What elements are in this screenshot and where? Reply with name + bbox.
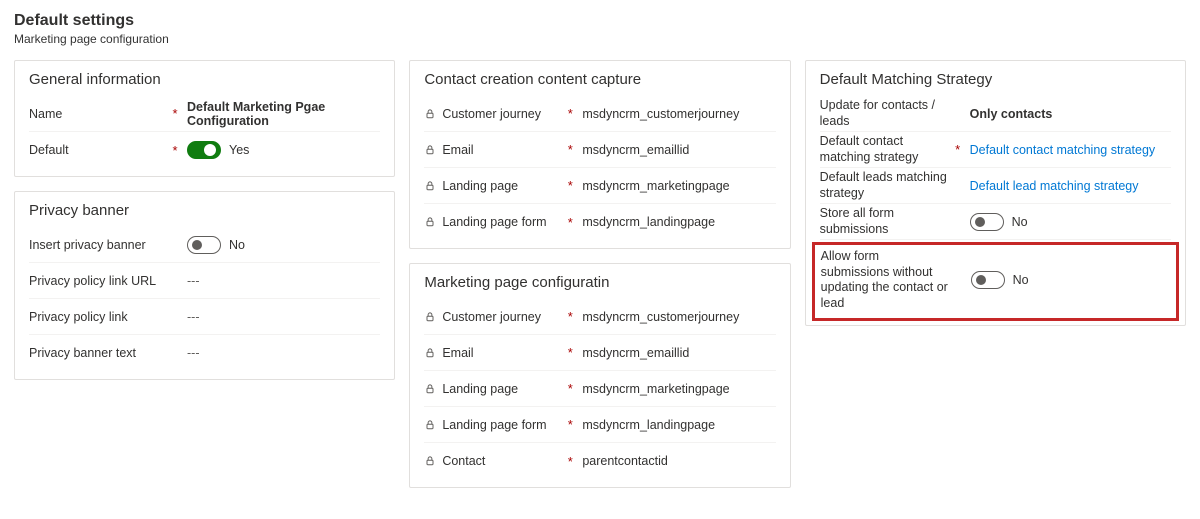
mpc-row: Contact* parentcontactid (424, 443, 775, 479)
page-subtitle: Marketing page configuration (14, 32, 1186, 46)
required-mark: * (564, 142, 576, 157)
lock-icon (424, 216, 436, 228)
required-mark: * (169, 106, 181, 121)
required-mark: * (952, 142, 964, 157)
store-all-toggle-label: No (1012, 215, 1028, 229)
insert-banner-toggle-label: No (229, 238, 245, 252)
page-title: Default settings (14, 12, 1186, 30)
row-name: Name * Default Marketing Pgae Configurat… (29, 96, 380, 132)
capture-row: Email* msdyncrm_emaillid (424, 132, 775, 168)
mpc-label: Landing page (424, 382, 562, 396)
store-all-label: Store all form submissions (820, 206, 950, 237)
capture-row: Landing page form* msdyncrm_landingpage (424, 204, 775, 240)
highlight-allow-submissions: Allow form submissions without updating … (812, 242, 1179, 321)
lock-icon (424, 311, 436, 323)
insert-banner-toggle[interactable] (187, 236, 221, 254)
default-toggle[interactable] (187, 141, 221, 159)
matching-strategy-card: Default Matching Strategy Update for con… (805, 60, 1186, 326)
contact-strategy-value[interactable]: Default contact matching strategy (970, 143, 1171, 157)
row-store-all: Store all form submissions No (820, 204, 1171, 240)
allow-submissions-toggle[interactable] (971, 271, 1005, 289)
row-privacy-link: Privacy policy link --- (29, 299, 380, 335)
marketing-page-config-card: Marketing page configuratin Customer jou… (409, 263, 790, 488)
lock-icon (424, 180, 436, 192)
capture-value[interactable]: msdyncrm_emaillid (582, 143, 775, 157)
mpc-row: Email* msdyncrm_emaillid (424, 335, 775, 371)
row-default: Default * Yes (29, 132, 380, 168)
contact-capture-card: Contact creation content capture Custome… (409, 60, 790, 249)
privacy-text-label: Privacy banner text (29, 346, 167, 360)
privacy-link-value[interactable]: --- (187, 310, 380, 324)
capture-label: Email (424, 143, 562, 157)
leads-strategy-value[interactable]: Default lead matching strategy (970, 179, 1171, 193)
mpc-row: Landing page form* msdyncrm_landingpage (424, 407, 775, 443)
mpc-label: Contact (424, 454, 562, 468)
lock-icon (424, 108, 436, 120)
mpc-value[interactable]: msdyncrm_emaillid (582, 346, 775, 360)
card-title-strategy: Default Matching Strategy (820, 71, 1171, 88)
mpc-value[interactable]: parentcontactid (582, 454, 775, 468)
update-for-label: Update for contacts / leads (820, 98, 950, 129)
required-mark: * (564, 345, 576, 360)
capture-label: Landing page form (424, 215, 562, 229)
privacy-url-label: Privacy policy link URL (29, 274, 167, 288)
row-allow-submissions: Allow form submissions without updating … (821, 249, 1170, 312)
mpc-label: Customer journey (424, 310, 562, 324)
name-value[interactable]: Default Marketing Pgae Configuration (187, 100, 380, 128)
mpc-label: Landing page form (424, 418, 562, 432)
required-mark: * (169, 143, 181, 158)
update-for-value[interactable]: Only contacts (970, 107, 1171, 121)
required-mark: * (564, 417, 576, 432)
row-privacy-url: Privacy policy link URL --- (29, 263, 380, 299)
capture-value[interactable]: msdyncrm_marketingpage (582, 179, 775, 193)
lock-icon (424, 419, 436, 431)
required-mark: * (564, 215, 576, 230)
general-information-card: General information Name * Default Marke… (14, 60, 395, 177)
lock-icon (424, 144, 436, 156)
required-mark: * (564, 454, 576, 469)
privacy-url-value[interactable]: --- (187, 274, 380, 288)
lock-icon (424, 455, 436, 467)
capture-row: Customer journey* msdyncrm_customerjourne… (424, 96, 775, 132)
required-mark: * (564, 381, 576, 396)
mpc-row: Customer journey* msdyncrm_customerjourne… (424, 299, 775, 335)
lock-icon (424, 383, 436, 395)
card-title-general: General information (29, 71, 380, 88)
privacy-link-label: Privacy policy link (29, 310, 167, 324)
allow-submissions-toggle-label: No (1013, 273, 1029, 287)
required-mark: * (564, 309, 576, 324)
insert-banner-label: Insert privacy banner (29, 238, 167, 252)
required-mark: * (564, 178, 576, 193)
capture-label: Landing page (424, 179, 562, 193)
capture-row: Landing page* msdyncrm_marketingpage (424, 168, 775, 204)
card-title-mpc: Marketing page configuratin (424, 274, 775, 291)
capture-value[interactable]: msdyncrm_customerjourney (582, 107, 775, 121)
default-label: Default (29, 143, 167, 157)
mpc-label: Email (424, 346, 562, 360)
row-update-for: Update for contacts / leads Only contact… (820, 96, 1171, 132)
mpc-row: Landing page* msdyncrm_marketingpage (424, 371, 775, 407)
required-mark: * (564, 106, 576, 121)
capture-label: Customer journey (424, 107, 562, 121)
store-all-toggle[interactable] (970, 213, 1004, 231)
privacy-banner-card: Privacy banner Insert privacy banner No … (14, 191, 395, 380)
card-title-privacy: Privacy banner (29, 202, 380, 219)
default-toggle-label: Yes (229, 143, 249, 157)
card-title-capture: Contact creation content capture (424, 71, 775, 88)
privacy-text-value[interactable]: --- (187, 346, 380, 360)
mpc-value[interactable]: msdyncrm_marketingpage (582, 382, 775, 396)
row-privacy-text: Privacy banner text --- (29, 335, 380, 371)
row-contact-strategy: Default contact matching strategy * Defa… (820, 132, 1171, 168)
row-leads-strategy: Default leads matching strategy Default … (820, 168, 1171, 204)
mpc-value[interactable]: msdyncrm_landingpage (582, 418, 775, 432)
contact-strategy-label: Default contact matching strategy (820, 134, 950, 165)
mpc-value[interactable]: msdyncrm_customerjourney (582, 310, 775, 324)
allow-submissions-label: Allow form submissions without updating … (821, 249, 951, 312)
lock-icon (424, 347, 436, 359)
leads-strategy-label: Default leads matching strategy (820, 170, 950, 201)
row-insert-banner: Insert privacy banner No (29, 227, 380, 263)
name-label: Name (29, 107, 167, 121)
capture-value[interactable]: msdyncrm_landingpage (582, 215, 775, 229)
